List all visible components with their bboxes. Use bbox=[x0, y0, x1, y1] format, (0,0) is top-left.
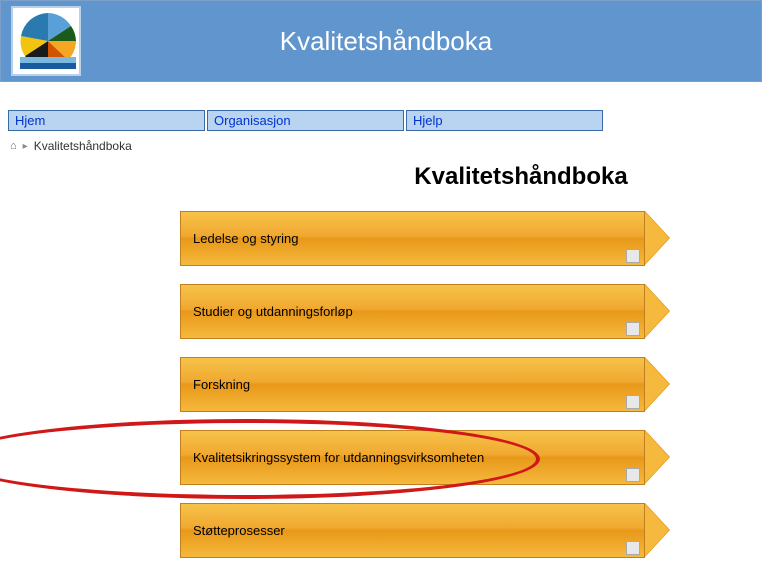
process-item-forskning[interactable]: Forskning bbox=[180, 357, 670, 412]
detail-icon[interactable] bbox=[626, 395, 640, 409]
process-label: Støtteprosesser bbox=[193, 523, 285, 538]
detail-icon[interactable] bbox=[626, 468, 640, 482]
header-bar: Kvalitetshåndboka bbox=[0, 0, 762, 82]
process-item-stotte[interactable]: Støtteprosesser bbox=[180, 503, 670, 558]
process-item-studier[interactable]: Studier og utdanningsforløp bbox=[180, 284, 670, 339]
process-label: Kvalitetsikringssystem for utdanningsvir… bbox=[193, 450, 484, 465]
chevron-right-icon: ▸ bbox=[23, 141, 28, 152]
process-item-kvalitetsikring[interactable]: Kvalitetsikringssystem for utdanningsvir… bbox=[180, 430, 670, 485]
header-title: Kvalitetshåndboka bbox=[81, 26, 761, 57]
nav-item-home[interactable]: Hjem bbox=[8, 110, 205, 131]
process-list: Ledelse og styring Studier og utdannings… bbox=[0, 211, 762, 558]
home-icon[interactable]: ⌂ bbox=[10, 140, 17, 152]
process-label: Ledelse og styring bbox=[193, 231, 299, 246]
breadcrumb-current: Kvalitetshåndboka bbox=[34, 139, 132, 153]
logo bbox=[11, 6, 81, 76]
process-label: Forskning bbox=[193, 377, 250, 392]
nav-item-organisation[interactable]: Organisasjon bbox=[207, 110, 404, 131]
detail-icon[interactable] bbox=[626, 322, 640, 336]
process-label: Studier og utdanningsforløp bbox=[193, 304, 353, 319]
process-item-ledelse[interactable]: Ledelse og styring bbox=[180, 211, 670, 266]
nav-bar: Hjem Organisasjon Hjelp bbox=[8, 110, 762, 131]
detail-icon[interactable] bbox=[626, 249, 640, 263]
nav-item-help[interactable]: Hjelp bbox=[406, 110, 603, 131]
detail-icon[interactable] bbox=[626, 541, 640, 555]
page-title: Kvalitetshåndboka bbox=[280, 163, 762, 191]
breadcrumb: ⌂ ▸ Kvalitetshåndboka bbox=[10, 139, 762, 153]
